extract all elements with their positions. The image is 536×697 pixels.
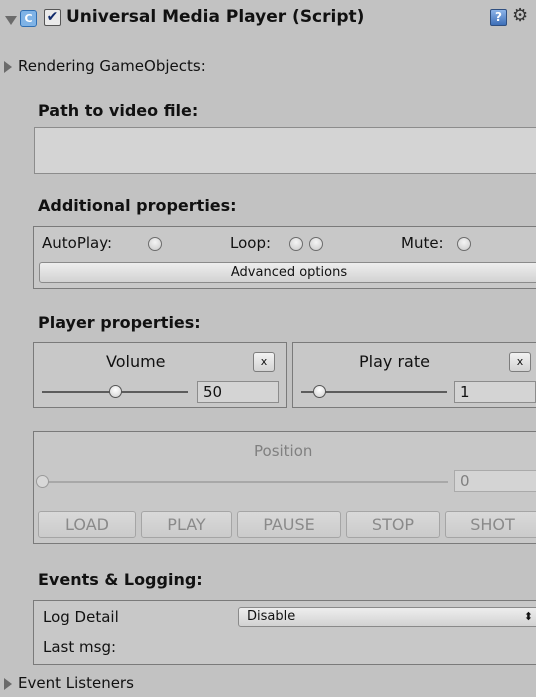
position-value-field[interactable]: 0 [454, 470, 536, 492]
loop-radio-2[interactable] [309, 237, 323, 251]
enabled-checkbox[interactable]: ✔ [44, 9, 61, 26]
foldout-arrow-icon[interactable] [5, 16, 17, 25]
last-msg-label: Last msg: [43, 638, 117, 656]
loop-label: Loop: [230, 234, 272, 252]
volume-reset-button[interactable]: x [253, 352, 275, 372]
event-listeners-foldout[interactable]: Event Listeners [18, 674, 134, 692]
player-section-title: Player properties: [38, 313, 201, 332]
loop-radio-1[interactable] [289, 237, 303, 251]
additional-section-title: Additional properties: [38, 196, 237, 215]
events-box: Log Detail Disable ⬍ Last msg: [33, 600, 536, 665]
events-section-title: Events & Logging: [38, 570, 203, 589]
load-button[interactable]: LOAD [38, 511, 136, 538]
mute-radio[interactable] [457, 237, 471, 251]
script-icon: C [20, 10, 37, 27]
playrate-value-field[interactable]: 1 [454, 381, 536, 403]
log-detail-label: Log Detail [43, 608, 119, 626]
rendering-gameobjects-foldout[interactable]: Rendering GameObjects: [18, 57, 206, 75]
shot-button[interactable]: SHOT [445, 511, 536, 538]
foldout-arrow-icon[interactable] [4, 61, 12, 73]
log-detail-value: Disable [247, 609, 296, 624]
position-box: Position 0 LOAD PLAY PAUSE STOP SHOT [33, 431, 536, 544]
playrate-slider-thumb[interactable] [313, 385, 326, 398]
pause-button[interactable]: PAUSE [237, 511, 341, 538]
position-slider-thumb[interactable] [36, 475, 49, 488]
volume-label: Volume [106, 352, 166, 371]
checkmark-icon: ✔ [46, 9, 59, 25]
foldout-arrow-icon[interactable] [4, 678, 12, 690]
path-section-title: Path to video file: [38, 101, 199, 120]
playrate-box: Play rate x 1 [292, 342, 536, 408]
video-path-input[interactable] [34, 127, 536, 174]
play-button[interactable]: PLAY [141, 511, 232, 538]
mute-label: Mute: [401, 234, 444, 252]
volume-value-field[interactable]: 50 [197, 381, 279, 403]
autoplay-radio[interactable] [148, 237, 162, 251]
stop-button[interactable]: STOP [346, 511, 440, 538]
additional-properties-box: AutoPlay: Loop: Mute: Advanced options [33, 226, 536, 289]
playrate-label: Play rate [359, 352, 430, 371]
component-title: Universal Media Player (Script) [66, 7, 365, 27]
autoplay-label: AutoPlay: [42, 234, 113, 252]
log-detail-dropdown[interactable]: Disable ⬍ [238, 607, 536, 627]
settings-gear-icon[interactable]: ⚙ [512, 5, 528, 26]
volume-box: Volume x 50 [33, 342, 287, 408]
help-icon[interactable]: ? [490, 9, 507, 26]
dropdown-arrows-icon: ⬍ [523, 610, 533, 623]
position-slider-track[interactable] [40, 481, 448, 483]
playrate-reset-button[interactable]: x [509, 352, 531, 372]
position-label: Position [254, 442, 313, 460]
advanced-options-button[interactable]: Advanced options [39, 262, 536, 283]
volume-slider-thumb[interactable] [109, 385, 122, 398]
